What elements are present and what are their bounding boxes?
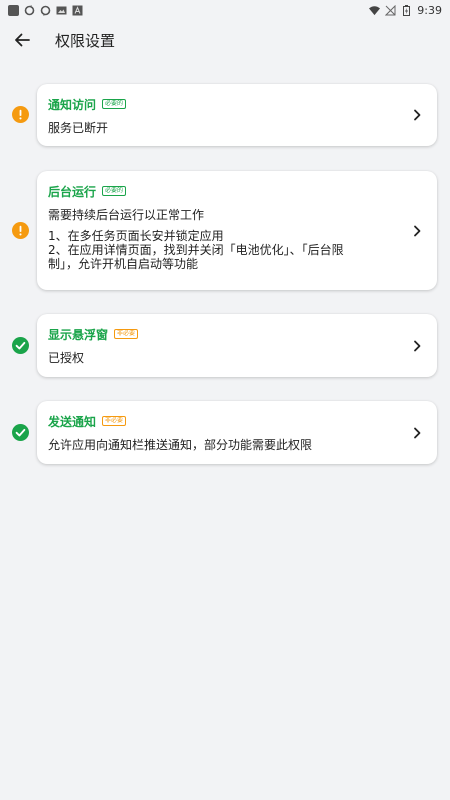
permission-steps: 1、在多任务页面长安并锁定应用 2、在应用详情页面，找到并关闭「电池优化」、「后…: [48, 229, 397, 271]
permission-description: 已授权: [48, 351, 85, 365]
sync-icon: [24, 4, 35, 16]
permission-title: 后台运行: [48, 184, 97, 199]
chevron-right-icon: [414, 340, 421, 351]
chevron-right-icon: [414, 109, 421, 121]
permission-card-background-run[interactable]: 后台运行 必要的 需要持续后台运行以正常工作 1、在多任务页面长安并锁定应用 2…: [37, 171, 437, 290]
optional-badge: 非必要: [102, 416, 127, 426]
text-icon: [72, 5, 83, 16]
required-badge: 必要的: [102, 99, 127, 109]
app-notification-icon: [8, 4, 19, 16]
status-bar: 9:39: [0, 0, 450, 20]
permission-step: 制」，允许开机自启动等功能: [48, 257, 199, 271]
optional-badge: 非必要: [114, 329, 139, 339]
permission-description: 需要持续后台运行以正常工作: [48, 208, 205, 222]
permission-description: 服务已断开: [48, 121, 109, 135]
permission-title: 发送通知: [48, 414, 97, 429]
permission-title: 显示悬浮窗: [48, 327, 109, 342]
battery-icon: [401, 4, 412, 16]
app-bar: 权限设置: [0, 24, 450, 56]
permission-step: 2、在应用详情页面，找到并关闭「电池优化」、「后台限: [48, 243, 344, 257]
permission-card-send-notification[interactable]: 发送通知 非必要 允许应用向通知栏推送通知，部分功能需要此权限: [37, 401, 437, 464]
status-time: 9:39: [417, 3, 442, 17]
sync-icon: [40, 5, 51, 16]
permission-description: 允许应用向通知栏推送通知，部分功能需要此权限: [48, 438, 313, 452]
check-circle-icon: [12, 337, 29, 354]
no-signal-icon: [385, 4, 396, 16]
status-bar-right: 9:39: [369, 4, 442, 17]
back-arrow-icon: [15, 33, 30, 47]
permission-title: 通知访问: [48, 97, 97, 112]
page-title: 权限设置: [55, 31, 116, 50]
status-bar-left: [8, 4, 83, 16]
permission-step: 1、在多任务页面长安并锁定应用: [48, 229, 224, 243]
chevron-right-icon: [414, 225, 421, 236]
chevron-right-icon: [414, 427, 421, 438]
wifi-icon: [369, 5, 381, 16]
check-circle-icon: [12, 424, 29, 441]
permission-card-notification-access[interactable]: 通知访问 必要的 服务已断开: [37, 84, 437, 146]
image-icon: [56, 5, 67, 16]
warning-icon: [12, 222, 29, 239]
required-badge: 必要的: [102, 186, 127, 196]
warning-icon: [12, 106, 29, 123]
back-button[interactable]: [2, 24, 42, 56]
permission-card-floating-window[interactable]: 显示悬浮窗 非必要 已授权: [37, 314, 437, 377]
